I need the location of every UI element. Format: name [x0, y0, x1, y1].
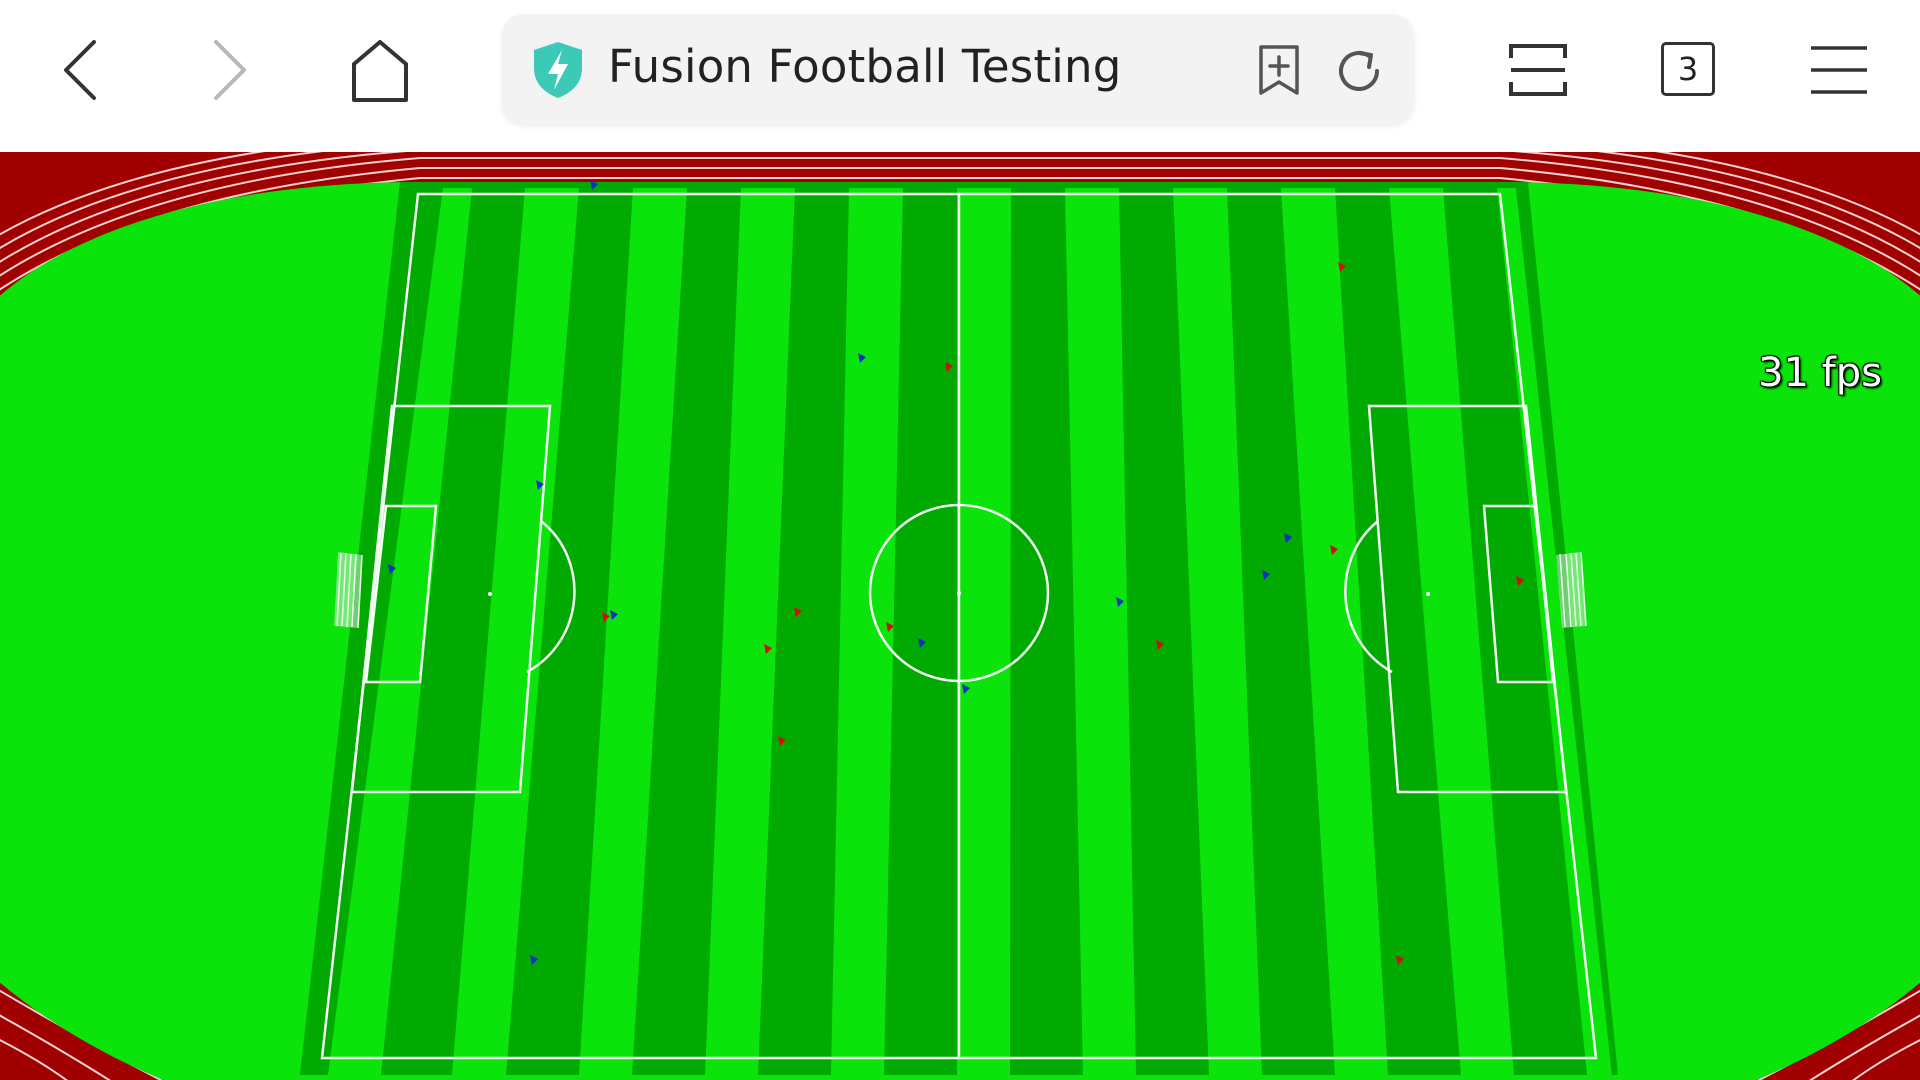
menu-icon	[1811, 46, 1867, 94]
chevron-left-icon	[64, 40, 96, 100]
page-title: Fusion Football Testing	[608, 40, 1122, 93]
game-canvas[interactable]	[0, 152, 1920, 1080]
chevron-right-icon	[214, 40, 246, 100]
left-penalty-spot	[488, 592, 492, 596]
right-penalty-spot	[1426, 592, 1430, 596]
split-view-icon	[1509, 44, 1567, 96]
fps-counter: 31 fps	[1758, 350, 1882, 396]
tab-count-button[interactable]: 3	[1661, 42, 1715, 96]
add-bookmark-icon	[1259, 45, 1299, 95]
forward-button[interactable]	[200, 30, 260, 110]
menu-button[interactable]	[1808, 42, 1870, 98]
game-viewport[interactable]: 31 fps	[0, 152, 1920, 1080]
add-bookmark-button[interactable]	[1252, 42, 1306, 98]
back-button[interactable]	[50, 30, 110, 110]
centre-spot	[957, 591, 961, 595]
browser-toolbar: Fusion Football Testing 3	[0, 0, 1920, 152]
home-icon	[352, 40, 408, 102]
shield-bolt-icon	[534, 42, 582, 98]
home-button[interactable]	[340, 30, 420, 110]
security-indicator[interactable]	[528, 38, 588, 102]
left-goal	[334, 552, 363, 629]
split-view-button[interactable]	[1505, 40, 1571, 100]
reload-button[interactable]	[1332, 44, 1386, 98]
reload-icon	[1339, 50, 1379, 91]
